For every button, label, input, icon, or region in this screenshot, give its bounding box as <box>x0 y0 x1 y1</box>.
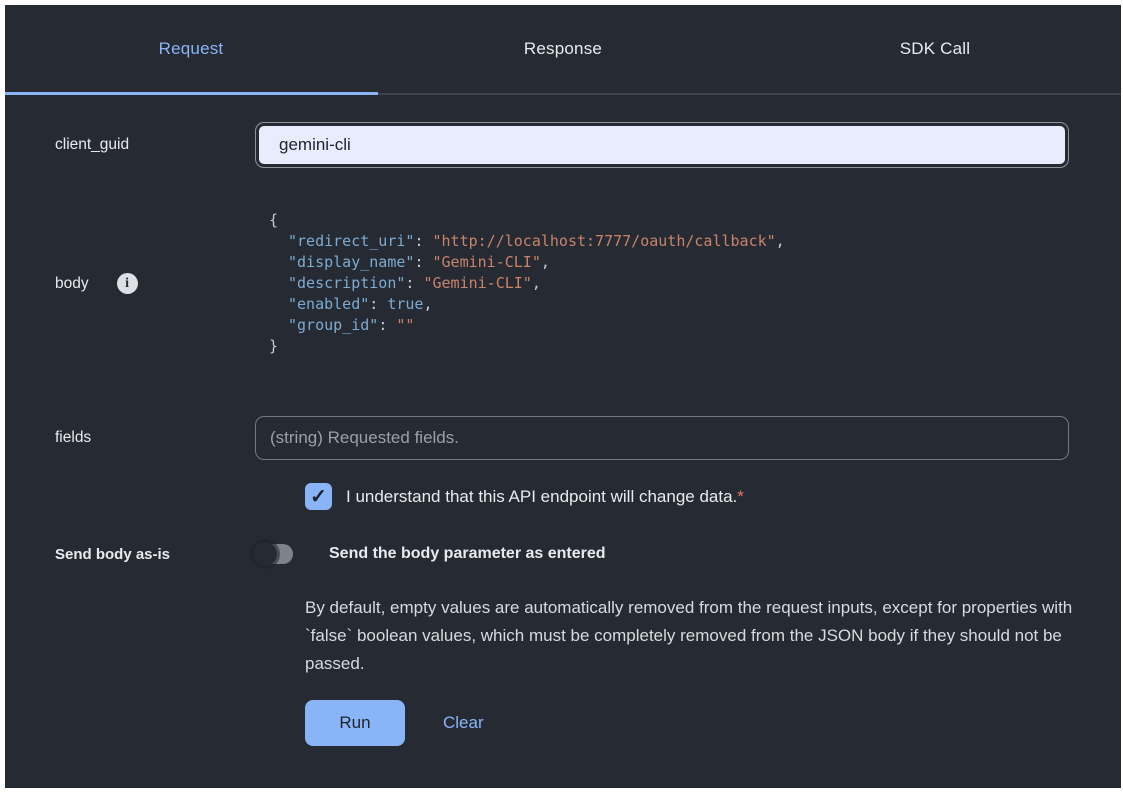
client-guid-input-outline <box>255 122 1069 168</box>
fields-input[interactable] <box>255 416 1069 460</box>
body-row: body i { "redirect_uri": "http://localho… <box>55 201 1121 366</box>
body-json-code: { "redirect_uri": "http://localhost:7777… <box>255 201 1069 366</box>
check-icon: ✓ <box>310 487 327 507</box>
code-line: "group_id": "" <box>269 315 1069 336</box>
tab-bar: Request Response SDK Call <box>5 5 1121 95</box>
tab-request[interactable]: Request <box>5 5 377 93</box>
tab-request-label: Request <box>159 39 224 59</box>
send-body-as-is-label: Send body as-is <box>55 546 255 563</box>
client-guid-row: client_guid <box>55 122 1121 168</box>
fields-label: fields <box>55 429 255 447</box>
info-icon[interactable]: i <box>117 273 138 294</box>
run-button[interactable]: Run <box>305 700 405 746</box>
change-data-checkbox[interactable]: ✓ <box>305 483 332 510</box>
acknowledge-label: I understand that this API endpoint will… <box>346 487 744 507</box>
request-form: client_guid body i { "redirect_uri": "ht… <box>5 122 1121 746</box>
clear-button[interactable]: Clear <box>443 713 484 733</box>
code-line: "display_name": "Gemini-CLI", <box>269 252 1069 273</box>
code-line: "redirect_uri": "http://localhost:7777/o… <box>269 231 1069 252</box>
send-body-as-is-toggle[interactable] <box>255 544 293 564</box>
code-line: "enabled": true, <box>269 294 1069 315</box>
code-line-open: { <box>269 210 1069 231</box>
action-buttons: Run Clear <box>55 700 1121 746</box>
api-explorer-panel: Request Response SDK Call client_guid bo… <box>5 5 1121 788</box>
send-body-as-is-row: Send body as-is Send the body parameter … <box>55 544 1121 564</box>
tab-sdk-call-label: SDK Call <box>900 39 971 59</box>
active-tab-indicator <box>5 92 378 95</box>
body-label: body <box>55 275 89 293</box>
toggle-thumb <box>253 542 277 566</box>
empty-values-note: By default, empty values are automatical… <box>305 594 1093 678</box>
required-asterisk: * <box>737 487 744 506</box>
tab-sdk-call[interactable]: SDK Call <box>749 5 1121 93</box>
tab-response[interactable]: Response <box>377 5 749 93</box>
acknowledge-row: ✓ I understand that this API endpoint wi… <box>55 483 1121 510</box>
code-line-close: } <box>269 336 1069 357</box>
tab-response-label: Response <box>524 39 602 59</box>
send-body-as-is-description: Send the body parameter as entered <box>329 545 606 563</box>
client-guid-label: client_guid <box>55 136 255 154</box>
code-line: "description": "Gemini-CLI", <box>269 273 1069 294</box>
client-guid-input[interactable] <box>259 126 1065 164</box>
fields-row: fields <box>55 416 1121 460</box>
